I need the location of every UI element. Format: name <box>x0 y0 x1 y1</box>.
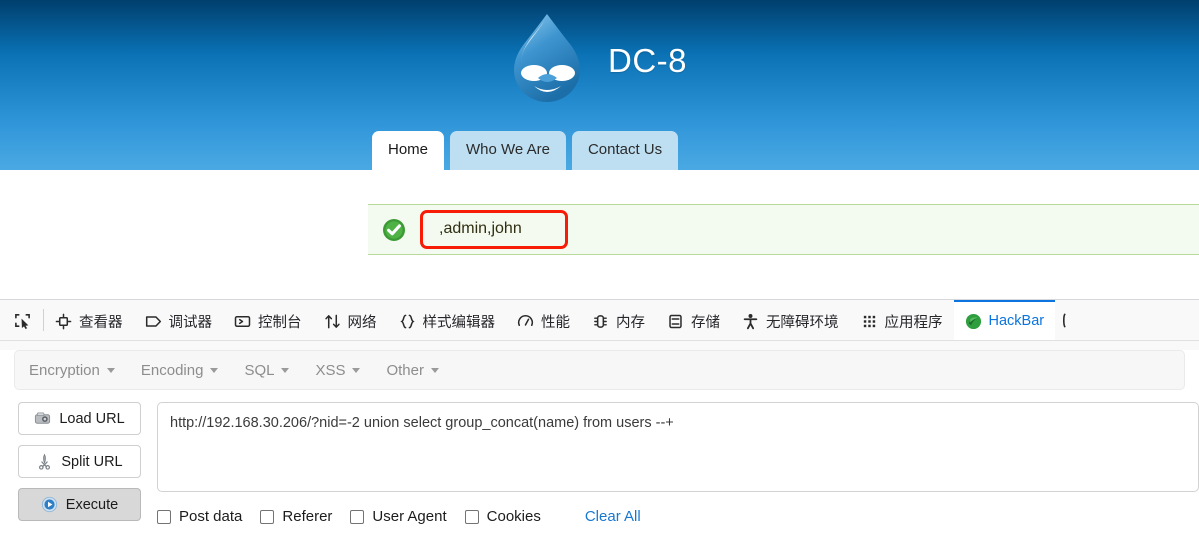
nav-tab-label: Who We Are <box>466 141 550 158</box>
hackbar-menu-xss[interactable]: XSS <box>315 361 361 379</box>
site-header: DC-8 Home Who We Are Contact Us <box>0 0 1199 170</box>
devtools-tab-label: 网络 <box>347 314 377 331</box>
user-agent-checkbox[interactable]: User Agent <box>350 508 447 525</box>
execute-label: Execute <box>65 496 119 513</box>
chevron-down-icon <box>281 367 290 373</box>
split-url-icon <box>39 453 51 470</box>
hackbar-menu-label: XSS <box>315 361 346 379</box>
devtools-tab-accessibility[interactable]: 无障碍环境 <box>731 300 850 340</box>
cookies-checkbox[interactable]: Cookies <box>464 508 541 525</box>
status-message-text: ,admin,john <box>439 220 522 238</box>
devtools-tab-label: 控制台 <box>258 314 302 331</box>
hackbar-menu-label: SQL <box>244 361 275 379</box>
load-url-icon <box>35 412 51 424</box>
chevron-down-icon <box>430 367 439 373</box>
devtools-tab-memory[interactable]: 内存 <box>581 300 656 340</box>
user-agent-label: User Agent <box>372 508 447 525</box>
hackbar-options-row: Post data Referer User Agent Cookies Cle… <box>157 508 1199 525</box>
split-url-button[interactable]: Split URL <box>18 445 141 478</box>
inspector-icon <box>55 313 72 329</box>
devtools-tab-label: 性能 <box>541 314 570 331</box>
site-title: DC-8 <box>607 41 687 79</box>
devtools-tab-label: 内存 <box>616 314 645 331</box>
hackbar-url-section: http://192.168.30.206/?nid=-2 union sele… <box>157 402 1199 525</box>
url-input[interactable]: http://192.168.30.206/?nid=-2 union sele… <box>157 402 1199 492</box>
checkbox-box <box>464 509 479 524</box>
post-data-checkbox[interactable]: Post data <box>157 508 242 525</box>
checkbox-box <box>157 509 171 524</box>
nav-tab-home[interactable]: Home <box>372 131 445 170</box>
hackbar-menu-label: Encryption <box>29 361 100 379</box>
hackbar-panel: Encryption Encoding SQL XSS Other Load U… <box>0 350 1199 546</box>
checkbox-box <box>260 509 275 524</box>
storage-icon <box>669 314 682 328</box>
devtools-tab-style-editor[interactable]: 样式编辑器 <box>388 300 507 340</box>
debugger-icon <box>145 315 161 327</box>
application-icon <box>863 315 875 327</box>
hackbar-body: Load URL Split URL Execute http://192.16… <box>0 390 1199 525</box>
hackbar-menu-label: Other <box>386 361 424 379</box>
hackbar-menu-encryption[interactable]: Encryption <box>29 362 115 379</box>
network-icon <box>324 314 340 328</box>
drupal-droplet-logo-icon <box>513 14 580 102</box>
chevron-down-icon <box>106 367 115 373</box>
devtools-tab-debugger[interactable]: 调试器 <box>134 300 224 340</box>
nav-tab-who-we-are[interactable]: Who We Are <box>450 131 566 170</box>
status-highlight-box: ,admin,john <box>420 210 568 249</box>
devtools-tab-label: 存储 <box>691 314 720 331</box>
site-brand: DC-8 <box>0 8 1199 108</box>
devtools-tab-label: 样式编辑器 <box>422 314 496 331</box>
green-check-circle-icon <box>383 218 405 241</box>
clear-all-link[interactable]: Clear All <box>585 508 641 525</box>
memory-icon <box>594 314 607 328</box>
devtools-tab-label: 调试器 <box>168 314 213 331</box>
console-icon <box>234 315 251 327</box>
devtools-tab-network[interactable]: 网络 <box>313 300 388 340</box>
style-editor-icon <box>399 314 415 328</box>
element-picker-button[interactable] <box>0 300 43 340</box>
devtools-tab-bar: 查看器 调试器 控制台 网络 样式编辑器 性能 内存 存储 无障碍环境 应用程序… <box>0 300 1199 341</box>
nav-tab-label: Home <box>388 141 429 158</box>
accessibility-icon <box>743 313 758 329</box>
hackbar-menu-other[interactable]: Other <box>386 362 439 379</box>
status-message: ,admin,john <box>368 204 1199 255</box>
referer-checkbox[interactable]: Referer <box>260 508 332 525</box>
devtools-tab-label: 查看器 <box>79 314 123 331</box>
element-picker-icon <box>15 313 30 329</box>
devtools-tab-hackbar[interactable]: HackBar <box>953 300 1056 340</box>
cookies-label: Cookies <box>486 508 541 525</box>
devtools-tab-label: 应用程序 <box>884 314 943 331</box>
devtools-tab-label: HackBar <box>988 313 1045 329</box>
load-url-label: Load URL <box>59 410 125 427</box>
devtools-overflow-icon[interactable] <box>1055 300 1078 340</box>
hackbar-menu-label: Encoding <box>140 361 204 379</box>
hackbar-icon <box>965 313 981 329</box>
nav-tab-label: Contact Us <box>587 141 663 158</box>
chevron-right-partial-icon <box>1063 313 1066 327</box>
hackbar-menubar: Encryption Encoding SQL XSS Other <box>14 350 1185 390</box>
main-navigation: Home Who We Are Contact Us <box>372 131 679 170</box>
hackbar-action-buttons: Load URL Split URL Execute <box>18 402 141 525</box>
chevron-down-icon <box>352 367 361 373</box>
devtools-tab-label: 无障碍环境 <box>766 314 839 331</box>
referer-label: Referer <box>282 508 333 525</box>
checkbox-box <box>350 509 365 524</box>
load-url-button[interactable]: Load URL <box>18 402 141 435</box>
execute-button[interactable]: Execute <box>18 488 141 521</box>
devtools-tab-inspector[interactable]: 查看器 <box>44 300 134 340</box>
devtools-tab-application[interactable]: 应用程序 <box>850 300 954 340</box>
chevron-down-icon <box>210 367 219 373</box>
execute-play-icon <box>41 496 57 513</box>
post-data-label: Post data <box>179 508 243 525</box>
devtools-tab-storage[interactable]: 存储 <box>656 300 731 340</box>
page-content: ,admin,john <box>0 170 1199 299</box>
devtools-tab-console[interactable]: 控制台 <box>223 300 313 340</box>
nav-tab-contact-us[interactable]: Contact Us <box>571 131 679 170</box>
performance-icon <box>517 314 534 326</box>
split-url-label: Split URL <box>61 453 123 470</box>
devtools-panel: 查看器 调试器 控制台 网络 样式编辑器 性能 内存 存储 无障碍环境 应用程序… <box>0 299 1199 546</box>
hackbar-menu-encoding[interactable]: Encoding <box>141 362 219 379</box>
hackbar-menu-sql[interactable]: SQL <box>244 361 290 379</box>
devtools-tab-performance[interactable]: 性能 <box>506 300 581 340</box>
